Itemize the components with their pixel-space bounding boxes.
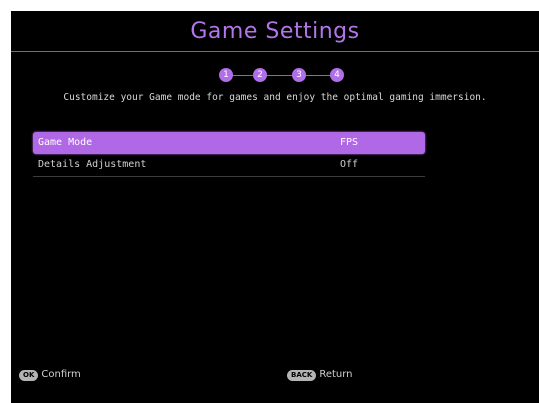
menu-item-label: Game Mode <box>38 137 93 148</box>
ok-key-icon: OK <box>19 369 39 381</box>
step-indicator: 1 2 3 4 <box>219 68 349 82</box>
menu-item-value: Off <box>340 159 359 170</box>
confirm-label: Confirm <box>41 369 81 380</box>
settings-menu: Game Mode FPS Details Adjustment Off <box>33 132 425 177</box>
menu-item-value: FPS <box>340 137 359 148</box>
confirm-hint[interactable]: OK Confirm <box>19 368 81 382</box>
menu-item-game-mode[interactable]: Game Mode FPS <box>33 132 425 154</box>
back-key-icon: BACK <box>287 369 317 381</box>
step-3: 3 <box>292 68 306 82</box>
step-connector <box>227 75 339 76</box>
menu-item-details-adjustment[interactable]: Details Adjustment Off <box>33 154 425 177</box>
return-label: Return <box>319 369 353 380</box>
osd-screen: Game Settings 1 2 3 4 Customize your Gam… <box>11 11 539 403</box>
return-hint[interactable]: BACK Return <box>287 368 353 382</box>
step-4: 4 <box>330 68 344 82</box>
description-text: Customize your Game mode for games and e… <box>63 92 487 103</box>
title-divider <box>11 51 539 52</box>
page-title: Game Settings <box>190 19 360 44</box>
step-2: 2 <box>253 68 267 82</box>
step-1: 1 <box>219 68 233 82</box>
menu-item-label: Details Adjustment <box>38 159 147 170</box>
